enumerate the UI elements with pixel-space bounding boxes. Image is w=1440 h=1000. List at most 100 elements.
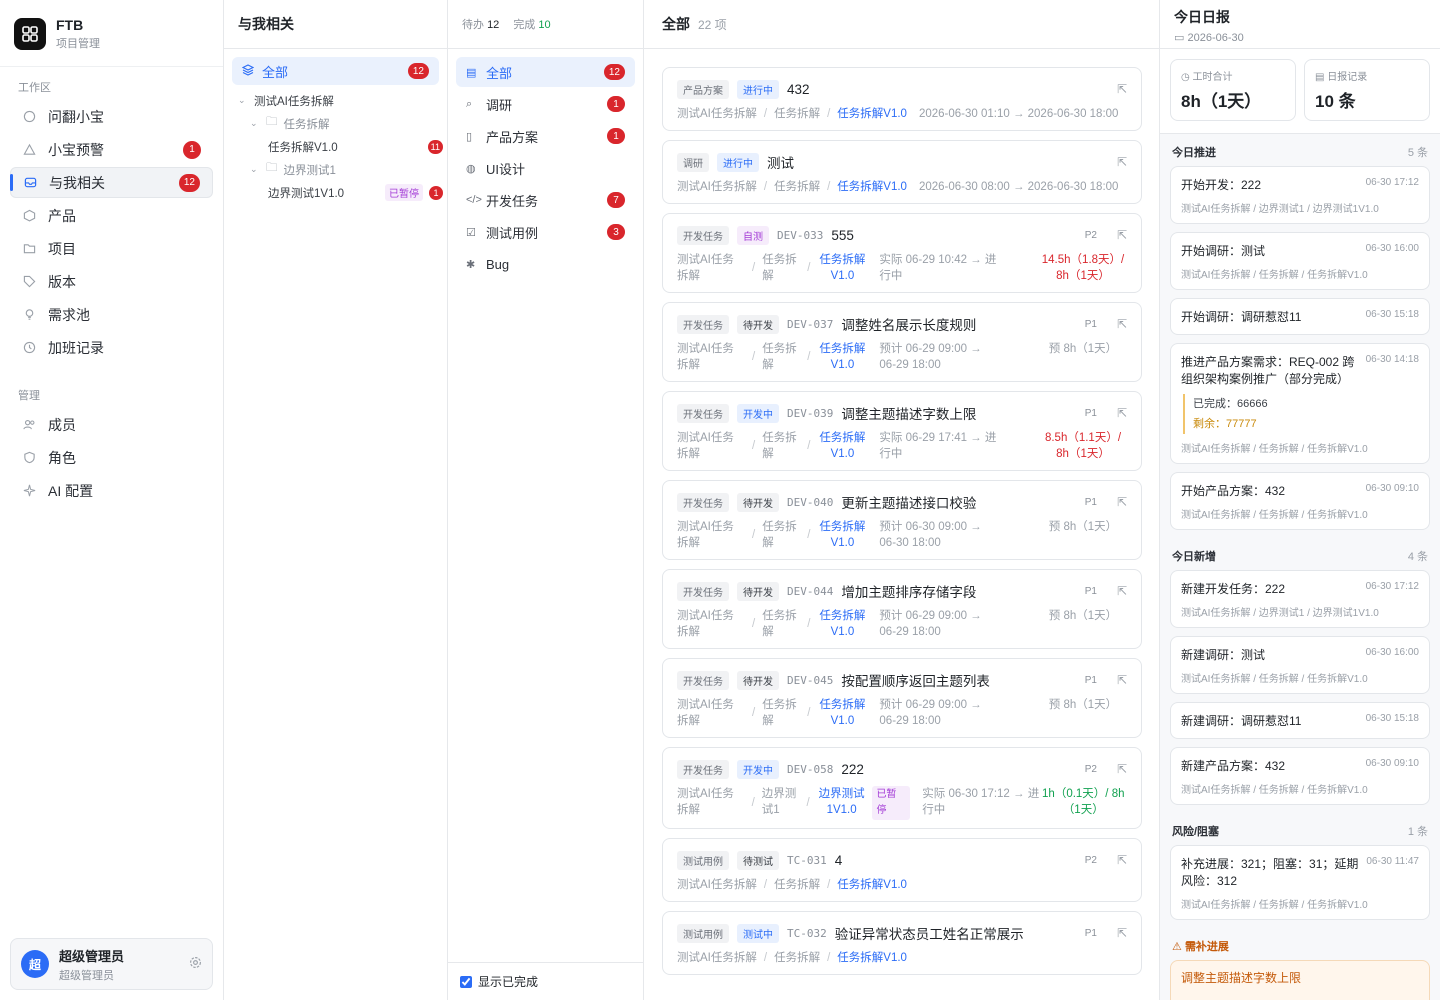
- path-version-link[interactable]: 任务拆解V1.0: [817, 252, 867, 284]
- external-link-icon[interactable]: ⇱: [1117, 673, 1127, 687]
- external-link-icon[interactable]: ⇱: [1117, 228, 1127, 242]
- task-card[interactable]: 开发任务 自测 DEV-033 555 P2 ⇱ 测试AI任务拆解 / 任务拆解 / 任务拆解V1.…: [662, 213, 1142, 293]
- sidebar-item-2[interactable]: AI 配置: [10, 475, 213, 506]
- external-link-icon[interactable]: ⇱: [1117, 155, 1127, 169]
- time-range: 实际 06-29 10:42 → 进行中: [879, 254, 997, 282]
- risk-section-header: 风险/阻塞 1 条: [1160, 813, 1440, 845]
- external-link-icon[interactable]: ⇱: [1117, 926, 1127, 940]
- category-item[interactable]: ☑ 测试用例 3: [456, 217, 635, 247]
- external-link-icon[interactable]: ⇱: [1117, 317, 1127, 331]
- clock-icon: [22, 341, 36, 355]
- type-pill: 开发任务: [677, 492, 729, 512]
- path-version-link[interactable]: 任务拆解V1.0: [817, 430, 867, 462]
- report-entry-card[interactable]: 补充进展：321；阻塞：31；延期风险：312 06-30 11:47 测试AI任务…: [1170, 845, 1430, 920]
- external-link-icon[interactable]: ⇱: [1117, 406, 1127, 420]
- path-version-link[interactable]: 任务拆解V1.0: [817, 608, 867, 640]
- task-card[interactable]: 测试用例 测试中 TC-032 验证异常状态员工姓名正常展示 P1 ⇱ 测试AI任务拆解 / 任…: [662, 911, 1142, 975]
- show-done-checkbox[interactable]: [460, 975, 472, 988]
- sidebar-item-label: 角色: [48, 449, 76, 466]
- new-label: 今日新增: [1172, 551, 1216, 563]
- sidebar-item-1[interactable]: 角色: [10, 442, 213, 473]
- task-card[interactable]: 开发任务 待开发 DEV-037 调整姓名展示长度规则 P1 ⇱ 测试AI任务拆解 / 任务拆解…: [662, 302, 1142, 382]
- sidebar-item-4[interactable]: 项目: [10, 233, 213, 264]
- need-item-title: 调整主题描述字数上限: [1181, 971, 1302, 985]
- status-badge: 进行中: [737, 79, 779, 99]
- chevron-down-icon[interactable]: ⌄: [250, 118, 260, 129]
- sidebar-item-1[interactable]: 小宝预警 1: [10, 134, 213, 165]
- external-link-icon[interactable]: ⇱: [1117, 82, 1127, 96]
- task-title: 调整主题描述字数上限: [841, 407, 977, 422]
- category-list: ▤ 全部 12 ⌕ 调研 1 ▯ 产品方案 1 ◍ UI设计 </> 开发任务 7 ☑ 测试用例 3 ✱ Bug: [448, 49, 643, 281]
- path-project: 测试AI任务拆解: [677, 699, 734, 727]
- task-card[interactable]: 测试用例 待测试 TC-031 4 P2 ⇱ 测试AI任务拆解 / 任务拆解 / 任务拆解V1.0: [662, 838, 1142, 902]
- settings-gear-icon[interactable]: [189, 956, 202, 972]
- time-range: 预计 06-29 09:00 → 06-29 18:00: [879, 343, 982, 371]
- sidebar-item-2[interactable]: 与我相关 12: [10, 167, 213, 198]
- path-version-link[interactable]: 边界测试1V1.0: [817, 786, 867, 818]
- path-version-link[interactable]: 任务拆解V1.0: [837, 179, 907, 195]
- path-project: 测试AI任务拆解: [677, 879, 757, 891]
- tree-node-version[interactable]: 边界测试1V1.0 已暂停 1: [238, 181, 447, 204]
- category-item[interactable]: ◍ UI设计: [456, 153, 635, 183]
- task-title: 4: [834, 852, 843, 868]
- report-entry-card[interactable]: 新建产品方案：432 06-30 09:10 测试AI任务拆解 / 任务拆解 / 任…: [1170, 747, 1430, 805]
- report-entry-card[interactable]: 开始产品方案：432 06-30 09:10 测试AI任务拆解 / 任务拆解 / 任…: [1170, 472, 1430, 530]
- category-item[interactable]: ⌕ 调研 1: [456, 89, 635, 119]
- task-title: 按配置顺序返回主题列表: [841, 674, 990, 689]
- external-link-icon[interactable]: ⇱: [1117, 853, 1127, 867]
- report-entry-card[interactable]: 开始调研：测试 06-30 16:00 测试AI任务拆解 / 任务拆解 / 任务拆解…: [1170, 232, 1430, 290]
- sidebar-item-6[interactable]: 需求池: [10, 299, 213, 330]
- external-link-icon[interactable]: ⇱: [1117, 762, 1127, 776]
- tree-all-item[interactable]: 全部 12: [232, 57, 439, 85]
- path-version-link[interactable]: 任务拆解V1.0: [817, 519, 867, 551]
- task-card[interactable]: 开发任务 待开发 DEV-044 增加主题排序存储字段 P1 ⇱ 测试AI任务拆解 / 任务拆解…: [662, 569, 1142, 649]
- category-item[interactable]: ▤ 全部 12: [456, 57, 635, 87]
- report-entry-card[interactable]: 开始开发：222 06-30 17:12 测试AI任务拆解 / 边界测试1 / 边界…: [1170, 166, 1430, 224]
- sidebar-item-0[interactable]: 成员: [10, 409, 213, 440]
- hours-estimate: 预 8h（1天）: [1048, 610, 1118, 622]
- sidebar-item-3[interactable]: 产品: [10, 200, 213, 231]
- report-entry-card[interactable]: 新建开发任务：222 06-30 17:12 测试AI任务拆解 / 边界测试1 / …: [1170, 570, 1430, 628]
- tree-node-product[interactable]: ⌄ 🗀 任务拆解: [238, 112, 447, 135]
- sidebar-item-7[interactable]: 加班记录: [10, 332, 213, 363]
- tag-icon: [22, 275, 36, 289]
- report-entry-card[interactable]: 推进产品方案需求：REQ-002 跨组织架构案例推广（部分完成） 06-30 14…: [1170, 343, 1430, 464]
- need-progress-card[interactable]: 调整主题描述字数上限: [1170, 960, 1430, 1000]
- path-version-link[interactable]: 任务拆解V1.0: [837, 877, 907, 893]
- chevron-down-icon[interactable]: ⌄: [238, 95, 248, 106]
- tree-node-product[interactable]: ⌄ 🗀 边界测试1: [238, 158, 447, 181]
- sparkle-icon: [22, 484, 36, 498]
- task-card[interactable]: 开发任务 待开发 DEV-045 按配置顺序返回主题列表 P1 ⇱ 测试AI任务拆解 / 任务拆…: [662, 658, 1142, 738]
- user-role: 超级管理员: [59, 969, 114, 982]
- sidebar-item-5[interactable]: 版本: [10, 266, 213, 297]
- tree-node-version[interactable]: 任务拆解V1.0 11: [238, 135, 447, 158]
- entry-title: 新建开发任务：222: [1181, 582, 1286, 596]
- time-range: 2026-06-30 01:10 → 2026-06-30 18:00: [918, 108, 1119, 120]
- path-version-link[interactable]: 任务拆解V1.0: [817, 341, 867, 373]
- report-entry-card[interactable]: 开始调研：调研惹怼11 06-30 15:18: [1170, 298, 1430, 335]
- task-card[interactable]: 开发任务 开发中 DEV-039 调整主题描述字数上限 P1 ⇱ 测试AI任务拆解 / 任务拆解…: [662, 391, 1142, 471]
- path-version-link[interactable]: 任务拆解V1.0: [837, 106, 907, 122]
- report-entry-card[interactable]: 新建调研：测试 06-30 16:00 测试AI任务拆解 / 任务拆解 / 任务拆解…: [1170, 636, 1430, 694]
- path-version-link[interactable]: 任务拆解V1.0: [837, 950, 907, 966]
- category-item[interactable]: </> 开发任务 7: [456, 185, 635, 215]
- path-version-link[interactable]: 任务拆解V1.0: [817, 697, 867, 729]
- external-link-icon[interactable]: ⇱: [1117, 495, 1127, 509]
- sidebar-item-0[interactable]: 问翻小宝: [10, 101, 213, 132]
- show-done-row[interactable]: 显示已完成: [448, 962, 643, 1000]
- user-card[interactable]: 超 超级管理员 超级管理员: [10, 938, 213, 990]
- task-card[interactable]: 调研 进行中 测试 ⇱ 测试AI任务拆解 / 任务拆解 / 任务拆解V1.0 2026-06-30…: [662, 140, 1142, 204]
- type-pill: 测试用例: [677, 923, 729, 943]
- report-entry-card[interactable]: 新建调研：调研惹怼11 06-30 15:18: [1170, 702, 1430, 739]
- chevron-down-icon[interactable]: ⌄: [250, 164, 260, 175]
- external-link-icon[interactable]: ⇱: [1117, 584, 1127, 598]
- tree-node-project[interactable]: ⌄ 测试AI任务拆解: [238, 89, 447, 112]
- task-card-list: 产品方案 进行中 432 ⇱ 测试AI任务拆解 / 任务拆解 / 任务拆解V1.0 2026-06…: [644, 49, 1159, 975]
- entry-title: 开始产品方案：432: [1181, 484, 1286, 498]
- priority-label: P2: [1084, 854, 1097, 866]
- task-card[interactable]: 开发任务 待开发 DEV-040 更新主题描述接口校验 P1 ⇱ 测试AI任务拆解 / 任务拆解…: [662, 480, 1142, 560]
- task-card[interactable]: 产品方案 进行中 432 ⇱ 测试AI任务拆解 / 任务拆解 / 任务拆解V1.0 2026-06…: [662, 67, 1142, 131]
- category-item[interactable]: ▯ 产品方案 1: [456, 121, 635, 151]
- category-item[interactable]: ✱ Bug: [456, 249, 635, 279]
- task-card[interactable]: 开发任务 开发中 DEV-058 222 P2 ⇱ 测试AI任务拆解 / 边界测试1/边界测试1…: [662, 747, 1142, 829]
